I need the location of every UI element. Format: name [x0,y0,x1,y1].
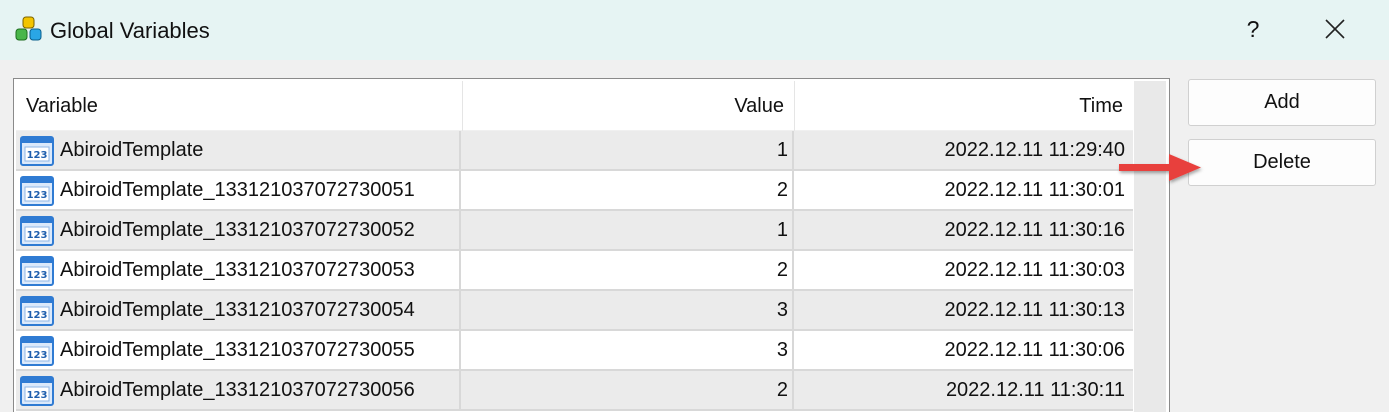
variable-name: AbiroidTemplate_133121037072730052 [60,219,415,241]
title-bar: Global Variables ? [0,0,1389,60]
variable-name: AbiroidTemplate_133121037072730055 [60,339,415,361]
cell-divider [459,371,461,411]
delete-button[interactable]: Delete [1188,139,1376,186]
global-variables-app-icon [15,16,42,41]
svg-text:123: 123 [27,270,48,281]
table-row[interactable]: 123 AbiroidTemplate_133121037072730054 3 20… [16,291,1133,331]
variable-name: AbiroidTemplate_133121037072730051 [60,179,415,201]
variable-time: 2022.12.11 11:30:11 [945,379,1125,401]
variable-name: AbiroidTemplate [60,139,204,161]
svg-text:123: 123 [27,150,48,161]
variables-list[interactable]: Variable Value Time 123 AbiroidTemplate 1 2… [13,78,1170,412]
variable-value: 2 [776,259,788,281]
table-row[interactable]: 123 AbiroidTemplate 1 2022.12.11 11:29:40 [16,131,1133,171]
cell-divider [459,171,461,211]
close-button[interactable] [1312,6,1358,52]
variable-value: 3 [776,339,788,361]
variable-time: 2022.12.11 11:29:40 [944,139,1125,161]
numeric-123-icon: 123 [20,376,54,406]
variables-grid: Variable Value Time 123 AbiroidTemplate 1 2… [16,81,1133,412]
cell-divider [459,211,461,251]
numeric-123-icon: 123 [20,176,54,206]
variable-name: AbiroidTemplate_133121037072730054 [60,299,415,321]
svg-text:123: 123 [27,310,48,321]
close-icon [1325,19,1345,39]
variable-time: 2022.12.11 11:30:01 [944,179,1125,201]
column-header-time[interactable]: Time [795,81,1133,131]
variable-name: AbiroidTemplate_133121037072730053 [60,259,415,281]
red-arrow-icon [1119,154,1201,181]
variable-time: 2022.12.11 11:30:13 [944,299,1125,321]
variable-name: AbiroidTemplate_133121037072730056 [60,379,415,401]
column-header-variable[interactable]: Variable [16,81,462,131]
variable-time: 2022.12.11 11:30:16 [944,219,1125,241]
numeric-123-icon: 123 [20,216,54,246]
cell-divider [459,251,461,291]
numeric-123-icon: 123 [20,136,54,166]
numeric-123-icon: 123 [20,336,54,366]
variable-value: 3 [776,299,788,321]
add-button[interactable]: Add [1188,79,1376,126]
table-row[interactable]: 123 AbiroidTemplate_133121037072730053 2 20… [16,251,1133,291]
variable-time: 2022.12.11 11:30:03 [944,259,1125,281]
column-header-value[interactable]: Value [463,81,794,131]
table-row[interactable]: 123 AbiroidTemplate_133121037072730051 2 20… [16,171,1133,211]
variable-value: 1 [776,219,788,241]
cell-divider [459,131,461,171]
variable-value: 2 [776,179,788,201]
window-title: Global Variables [50,18,210,43]
table-header: Variable Value Time [16,81,1133,131]
svg-text:123: 123 [27,390,48,401]
cell-divider [459,291,461,331]
cell-divider [459,331,461,371]
numeric-123-icon: 123 [20,296,54,326]
variable-value: 2 [776,379,788,401]
numeric-123-icon: 123 [20,256,54,286]
variable-time: 2022.12.11 11:30:06 [944,339,1125,361]
svg-text:123: 123 [27,230,48,241]
table-row[interactable]: 123 AbiroidTemplate_133121037072730056 2 20… [16,371,1133,411]
vertical-scrollbar[interactable] [1134,81,1166,412]
help-button[interactable]: ? [1232,6,1274,52]
svg-text:123: 123 [27,190,48,201]
table-row[interactable]: 123 AbiroidTemplate_133121037072730055 3 20… [16,331,1133,371]
svg-text:123: 123 [27,350,48,361]
variable-value: 1 [776,139,788,161]
table-row[interactable]: 123 AbiroidTemplate_133121037072730052 1 20… [16,211,1133,251]
